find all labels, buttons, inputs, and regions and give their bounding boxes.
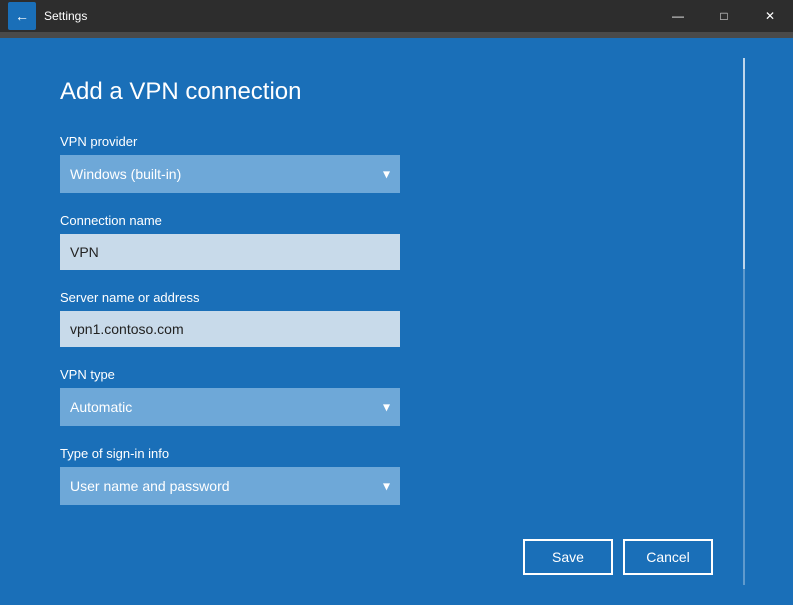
main-content: Add a VPN connection VPN provider Window… bbox=[0, 38, 793, 605]
maximize-button[interactable]: □ bbox=[701, 0, 747, 32]
connection-name-input[interactable] bbox=[60, 234, 400, 270]
scrollbar-thumb bbox=[743, 58, 745, 269]
vpn-type-label: VPN type bbox=[60, 367, 733, 382]
signin-type-label: Type of sign-in info bbox=[60, 446, 733, 461]
page-title: Add a VPN connection bbox=[60, 78, 733, 106]
scrollbar-track bbox=[743, 58, 745, 585]
title-bar: ← Settings — □ ✕ bbox=[0, 0, 793, 32]
cancel-button[interactable]: Cancel bbox=[623, 539, 713, 575]
signin-type-select-wrapper: User name and password Certificate Smart… bbox=[60, 467, 400, 505]
connection-name-group: Connection name bbox=[60, 213, 733, 270]
signin-type-select[interactable]: User name and password Certificate Smart… bbox=[60, 467, 400, 505]
vpn-type-select-wrapper: Automatic PPTP L2TP/IPsec SSTP IKEv2 bbox=[60, 388, 400, 426]
server-name-group: Server name or address bbox=[60, 290, 733, 347]
vpn-provider-select[interactable]: Windows (built-in) bbox=[60, 155, 400, 193]
back-button[interactable]: ← bbox=[8, 2, 36, 30]
title-bar-left: ← Settings bbox=[8, 2, 87, 30]
form-area: Add a VPN connection VPN provider Window… bbox=[0, 38, 793, 605]
close-button[interactable]: ✕ bbox=[747, 0, 793, 32]
save-button[interactable]: Save bbox=[523, 539, 613, 575]
window-title: Settings bbox=[44, 9, 87, 23]
vpn-provider-select-wrapper: Windows (built-in) bbox=[60, 155, 400, 193]
bottom-buttons: Save Cancel bbox=[523, 539, 713, 575]
minimize-button[interactable]: — bbox=[655, 0, 701, 32]
window-controls: — □ ✕ bbox=[655, 0, 793, 32]
connection-name-label: Connection name bbox=[60, 213, 733, 228]
vpn-type-group: VPN type Automatic PPTP L2TP/IPsec SSTP … bbox=[60, 367, 733, 426]
signin-type-group: Type of sign-in info User name and passw… bbox=[60, 446, 733, 505]
vpn-provider-label: VPN provider bbox=[60, 134, 733, 149]
vpn-type-select[interactable]: Automatic PPTP L2TP/IPsec SSTP IKEv2 bbox=[60, 388, 400, 426]
server-name-label: Server name or address bbox=[60, 290, 733, 305]
vpn-provider-group: VPN provider Windows (built-in) bbox=[60, 134, 733, 193]
server-name-input[interactable] bbox=[60, 311, 400, 347]
back-arrow-icon: ← bbox=[15, 8, 29, 24]
